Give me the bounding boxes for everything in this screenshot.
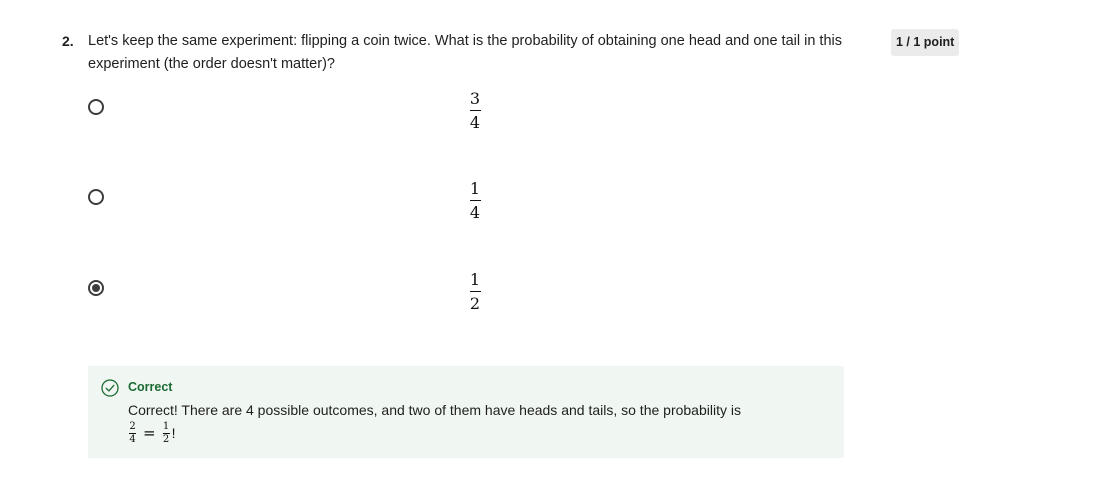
fraction-numerator: 2: [129, 420, 136, 432]
math-fraction-lhs: 2 4: [128, 420, 137, 445]
answer-option-3[interactable]: 1 2: [85, 271, 845, 332]
math-fraction-rhs: 1 2: [162, 420, 171, 445]
fraction-bar: [469, 110, 481, 111]
points-badge: 1 / 1 point: [891, 29, 960, 56]
equals-sign: =: [143, 424, 156, 442]
fraction-numerator: 1: [469, 179, 481, 198]
option-fraction: 1 4: [465, 180, 485, 221]
fraction-denominator: 4: [469, 203, 481, 222]
option-fraction: 3 4: [465, 90, 485, 131]
feedback-panel: Correct Correct! There are 4 possible ou…: [88, 366, 844, 458]
fraction-denominator: 4: [129, 433, 136, 445]
fraction-bar: [469, 291, 481, 292]
fraction-denominator: 4: [469, 113, 481, 132]
check-circle-icon: [101, 379, 119, 397]
radio-button[interactable]: [88, 189, 104, 205]
math-suffix: !: [171, 425, 176, 441]
fraction-denominator: 2: [162, 433, 170, 445]
radio-button-selected[interactable]: [88, 280, 104, 296]
question-text: Let's keep the same experiment: flipping…: [88, 33, 842, 72]
feedback-status: Correct: [128, 380, 173, 394]
fraction-numerator: 1: [162, 420, 170, 432]
fraction-denominator: 2: [469, 294, 481, 313]
answer-option-2[interactable]: 1 4: [85, 180, 845, 241]
fraction-numerator: 1: [469, 270, 481, 289]
fraction-numerator: 3: [469, 89, 481, 108]
radio-button[interactable]: [88, 99, 104, 115]
feedback-math: 2 4 = 1 2 !: [128, 420, 175, 446]
fraction-bar: [469, 200, 481, 201]
feedback-text: Correct! There are 4 possible outcomes, …: [128, 402, 741, 418]
question-number: 2.: [62, 33, 74, 49]
answer-option-1[interactable]: 3 4: [85, 90, 845, 151]
option-fraction: 1 2: [465, 271, 485, 312]
